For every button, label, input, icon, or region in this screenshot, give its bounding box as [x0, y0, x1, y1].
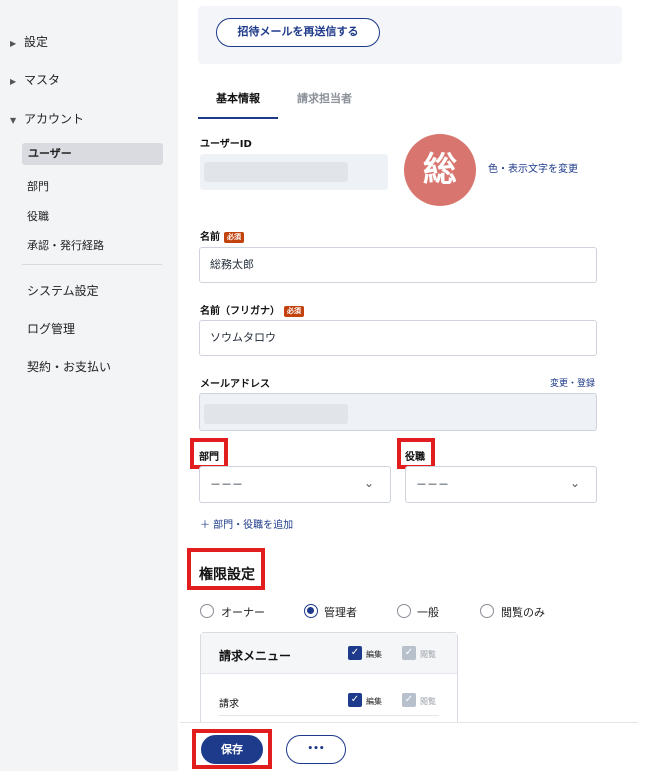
role-general-radio[interactable]: [397, 604, 411, 618]
caret-right-icon: ▶: [10, 39, 17, 48]
highlight-box: [192, 729, 272, 769]
chevron-down-icon: ⌄: [364, 476, 375, 490]
highlight-box: [190, 438, 228, 469]
add-department-link[interactable]: ＋ 部門・役職を追加: [200, 516, 293, 531]
department-select[interactable]: －－－: [199, 466, 391, 503]
tab-billing-contact[interactable]: 請求担当者: [297, 90, 352, 106]
sidebar-item-departments[interactable]: 部門: [27, 178, 49, 194]
change-color-link[interactable]: 色・表示文字を変更: [488, 160, 578, 175]
role-admin-radio[interactable]: [304, 604, 318, 618]
edit-label: 編集: [366, 650, 382, 659]
chevron-down-icon: ⌄: [570, 476, 581, 490]
sidebar-item-log-management[interactable]: ログ管理: [27, 320, 75, 337]
name-input[interactable]: 総務太郎: [199, 247, 597, 283]
role-admin-label: 管理者: [324, 606, 357, 619]
row-divider: [219, 715, 439, 716]
tab-basic-info[interactable]: 基本情報: [216, 90, 260, 106]
sidebar: ▶ 設定 ▶ マスタ ▼ アカウント ユーザー 部門 役職 承認・発行経路 システム設…: [0, 0, 178, 771]
position-select[interactable]: －－－: [405, 466, 597, 503]
user-id-label: ユーザーID: [200, 139, 252, 150]
redacted-block: [204, 404, 348, 424]
sidebar-item-approval-routes[interactable]: 承認・発行経路: [27, 237, 104, 253]
sidebar-item-system-settings[interactable]: システム設定: [27, 282, 99, 299]
menu-header-label: 請求メニュー: [219, 649, 292, 663]
highlight-box: [187, 548, 265, 590]
required-badge: 必須: [284, 305, 304, 317]
role-owner-radio[interactable]: [200, 604, 214, 618]
highlight-box: [397, 438, 435, 469]
view-checkbox: ✓: [402, 646, 416, 660]
redacted-block: [204, 162, 348, 182]
email-label: メールアドレス: [200, 379, 270, 390]
sidebar-item-users[interactable]: ユーザー: [22, 143, 163, 165]
sidebar-item-positions[interactable]: 役職: [27, 208, 49, 224]
role-general-label: 一般: [417, 606, 439, 619]
sidebar-divider: [22, 264, 162, 265]
kana-input[interactable]: ソウムタロウ: [199, 320, 597, 356]
resend-invite-button[interactable]: 招待メールを再送信する: [216, 18, 380, 47]
sidebar-item-contract-billing[interactable]: 契約・お支払い: [27, 358, 111, 375]
avatar: 総: [404, 134, 476, 206]
kana-label: 名前（フリガナ） 必須: [200, 302, 304, 317]
sidebar-item-settings[interactable]: ▶ 設定: [10, 33, 48, 50]
row-edit-label: 編集: [366, 697, 382, 706]
caret-right-icon: ▶: [10, 77, 17, 86]
name-label: 名前 必須: [200, 228, 244, 243]
role-viewonly-radio[interactable]: [480, 604, 494, 618]
row-edit-checkbox[interactable]: ✓: [348, 693, 362, 707]
sidebar-item-master[interactable]: ▶ マスタ: [10, 71, 60, 88]
sidebar-item-account[interactable]: ▼ アカウント: [10, 110, 84, 127]
row-view-label: 閲覧: [420, 697, 436, 706]
required-badge: 必須: [224, 231, 244, 243]
caret-down-icon: ▼: [10, 116, 17, 125]
view-label: 閲覧: [420, 650, 436, 659]
role-viewonly-label: 閲覧のみ: [501, 606, 545, 619]
edit-checkbox[interactable]: ✓: [348, 646, 362, 660]
row-view-checkbox: ✓: [402, 693, 416, 707]
permission-table: 請求メニュー ✓ 編集 ✓ 閲覧 請求 ✓ 編集 ✓ 閲覧: [200, 632, 458, 734]
more-options-button[interactable]: •••: [286, 735, 346, 764]
active-tab-indicator: [198, 117, 278, 119]
role-owner-label: オーナー: [221, 606, 265, 619]
email-change-link[interactable]: 変更・登録: [550, 376, 595, 389]
row-label: 請求: [219, 699, 239, 710]
